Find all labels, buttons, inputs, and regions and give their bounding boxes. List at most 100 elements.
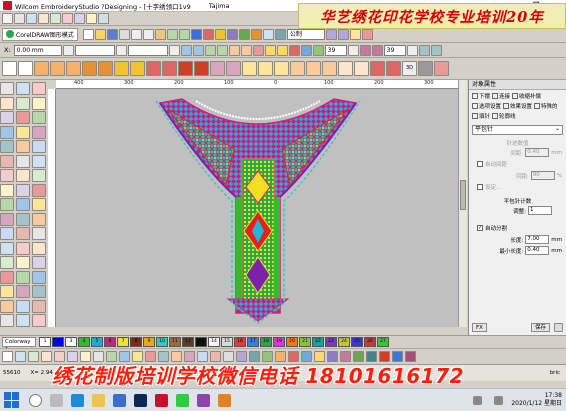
measure-tool-icon[interactable] bbox=[32, 140, 46, 153]
stemstitch-icon[interactable] bbox=[306, 61, 321, 76]
new-icon[interactable] bbox=[82, 28, 94, 40]
network-icon[interactable] bbox=[473, 395, 483, 405]
crosshatch-icon[interactable] bbox=[162, 61, 177, 76]
bead-icon[interactable] bbox=[226, 61, 241, 76]
app3-icon[interactable] bbox=[218, 393, 231, 407]
applique-icon[interactable] bbox=[238, 28, 250, 40]
thread-color-chip[interactable]: 11 bbox=[169, 337, 181, 347]
thread-color-chip[interactable]: 1 bbox=[39, 337, 51, 347]
thread-color-chip[interactable]: 3 bbox=[65, 337, 77, 347]
bottom-tool-icon[interactable] bbox=[15, 351, 26, 362]
bottom-tool-icon[interactable] bbox=[41, 351, 52, 362]
thread-color-chip[interactable]: 26 bbox=[364, 337, 376, 347]
zoom-tool-icon[interactable] bbox=[16, 212, 30, 226]
applique-tool-icon[interactable] bbox=[0, 212, 14, 226]
thread-color-chip[interactable]: 12 bbox=[182, 337, 194, 347]
window-icon[interactable] bbox=[86, 13, 97, 24]
node-tool-icon[interactable] bbox=[0, 154, 14, 168]
bottom-tool-icon[interactable] bbox=[28, 351, 39, 362]
store-icon[interactable] bbox=[113, 393, 126, 407]
outline-tool-icon[interactable] bbox=[16, 270, 30, 284]
radial-fill-icon[interactable] bbox=[98, 61, 113, 76]
color-film-icon[interactable] bbox=[250, 28, 262, 40]
search-icon[interactable] bbox=[29, 393, 42, 407]
thread-color-chip[interactable]: 6 bbox=[104, 337, 116, 347]
save-button[interactable]: 保存 bbox=[530, 323, 550, 332]
satin-tool-icon[interactable] bbox=[16, 183, 30, 197]
reshape-icon[interactable] bbox=[430, 44, 442, 56]
thread-color-chip[interactable]: 24 bbox=[338, 337, 350, 347]
thread-color-chip[interactable]: 17 bbox=[247, 337, 259, 347]
view-icon[interactable] bbox=[26, 13, 37, 24]
applique-tool-icon[interactable] bbox=[16, 285, 30, 298]
arrange-icon[interactable] bbox=[50, 13, 61, 24]
wilcom-icon[interactable] bbox=[155, 393, 168, 407]
panel-tab[interactable]: 特殊的 bbox=[534, 102, 558, 110]
thread-color-chip[interactable]: 21 bbox=[299, 337, 311, 347]
pointer-tool-icon[interactable] bbox=[32, 227, 46, 240]
trim-icon[interactable] bbox=[354, 61, 369, 76]
fx-button[interactable]: FX bbox=[472, 323, 487, 332]
reshape-tool-icon[interactable] bbox=[16, 314, 30, 327]
star-fill-icon[interactable] bbox=[114, 61, 129, 76]
pointer-tool-icon[interactable] bbox=[0, 82, 14, 95]
settings-icon[interactable] bbox=[554, 323, 563, 332]
chenille-icon[interactable] bbox=[242, 61, 257, 76]
redo-icon[interactable] bbox=[178, 28, 190, 40]
undo-icon[interactable] bbox=[166, 28, 178, 40]
thread-color-chip[interactable]: 8 bbox=[130, 337, 142, 347]
coreldraw-mode-toggle[interactable]: CorelDRAW图形模式 bbox=[2, 27, 78, 41]
scroll-thumb[interactable] bbox=[460, 180, 466, 210]
scale-icon[interactable] bbox=[115, 44, 127, 56]
panel-tab[interactable]: 轮廓线 bbox=[492, 112, 516, 120]
zoom-tool-icon[interactable] bbox=[32, 285, 46, 298]
tatami-tool-icon[interactable] bbox=[0, 270, 14, 284]
knife-tool-icon[interactable] bbox=[0, 169, 14, 182]
tatami-icon[interactable] bbox=[288, 44, 300, 56]
bottom-tool-icon[interactable] bbox=[2, 351, 13, 362]
stitch-type-select[interactable]: 平包针 bbox=[472, 125, 563, 135]
outline-tool-icon[interactable] bbox=[32, 111, 46, 124]
spin2-icon[interactable] bbox=[406, 44, 418, 56]
outline-icon[interactable] bbox=[322, 61, 337, 76]
design-canvas[interactable] bbox=[56, 89, 458, 327]
pen-icon[interactable] bbox=[359, 44, 371, 56]
node-tool-icon[interactable] bbox=[16, 227, 30, 240]
pointer-icon[interactable] bbox=[2, 61, 17, 76]
lock-icon[interactable] bbox=[62, 44, 74, 56]
colorway-select[interactable]: Colorway 1 bbox=[2, 337, 36, 353]
panel-tab[interactable]: 选项设置 bbox=[472, 102, 501, 110]
thread-color-chip[interactable]: 2 bbox=[52, 337, 64, 347]
ungroup-icon[interactable] bbox=[240, 44, 252, 56]
start-icon[interactable] bbox=[4, 392, 20, 408]
thread-color-chip[interactable]: 13 bbox=[195, 337, 207, 347]
complex-fill-icon[interactable] bbox=[82, 61, 97, 76]
applique-tool-icon[interactable] bbox=[32, 125, 46, 139]
spacing-input[interactable]: 0.40 bbox=[525, 148, 550, 157]
node-icon[interactable] bbox=[418, 44, 430, 56]
help-icon[interactable] bbox=[98, 13, 109, 24]
paste-icon[interactable] bbox=[154, 28, 166, 40]
zoom-tool-icon[interactable] bbox=[0, 140, 14, 153]
thread-color-chip[interactable]: 15 bbox=[221, 337, 233, 347]
satin-tool-icon[interactable] bbox=[0, 111, 14, 124]
sequin-icon[interactable] bbox=[194, 61, 209, 76]
column-tool-icon[interactable] bbox=[16, 169, 30, 182]
panel-tab[interactable]: 下摆 bbox=[472, 92, 490, 100]
photoshop-icon[interactable] bbox=[134, 393, 147, 407]
panel-tab[interactable]: 填针 bbox=[472, 112, 490, 120]
outline-tool-icon[interactable] bbox=[0, 198, 14, 211]
folder-icon[interactable] bbox=[92, 393, 105, 407]
pan-tool-icon[interactable] bbox=[16, 140, 30, 153]
color-icon[interactable] bbox=[264, 44, 276, 56]
thread-color-chip[interactable]: 18 bbox=[260, 337, 272, 347]
shirt-icon[interactable] bbox=[190, 28, 202, 40]
run-tool-icon[interactable] bbox=[16, 256, 30, 269]
column-tool-icon[interactable] bbox=[32, 241, 46, 255]
reshape-tool-icon[interactable] bbox=[0, 241, 14, 255]
sequence-icon[interactable] bbox=[252, 44, 264, 56]
tie-icon[interactable] bbox=[386, 61, 401, 76]
run-tool-icon[interactable] bbox=[32, 96, 46, 110]
group-icon[interactable] bbox=[228, 44, 240, 56]
file-icon[interactable] bbox=[2, 13, 13, 24]
